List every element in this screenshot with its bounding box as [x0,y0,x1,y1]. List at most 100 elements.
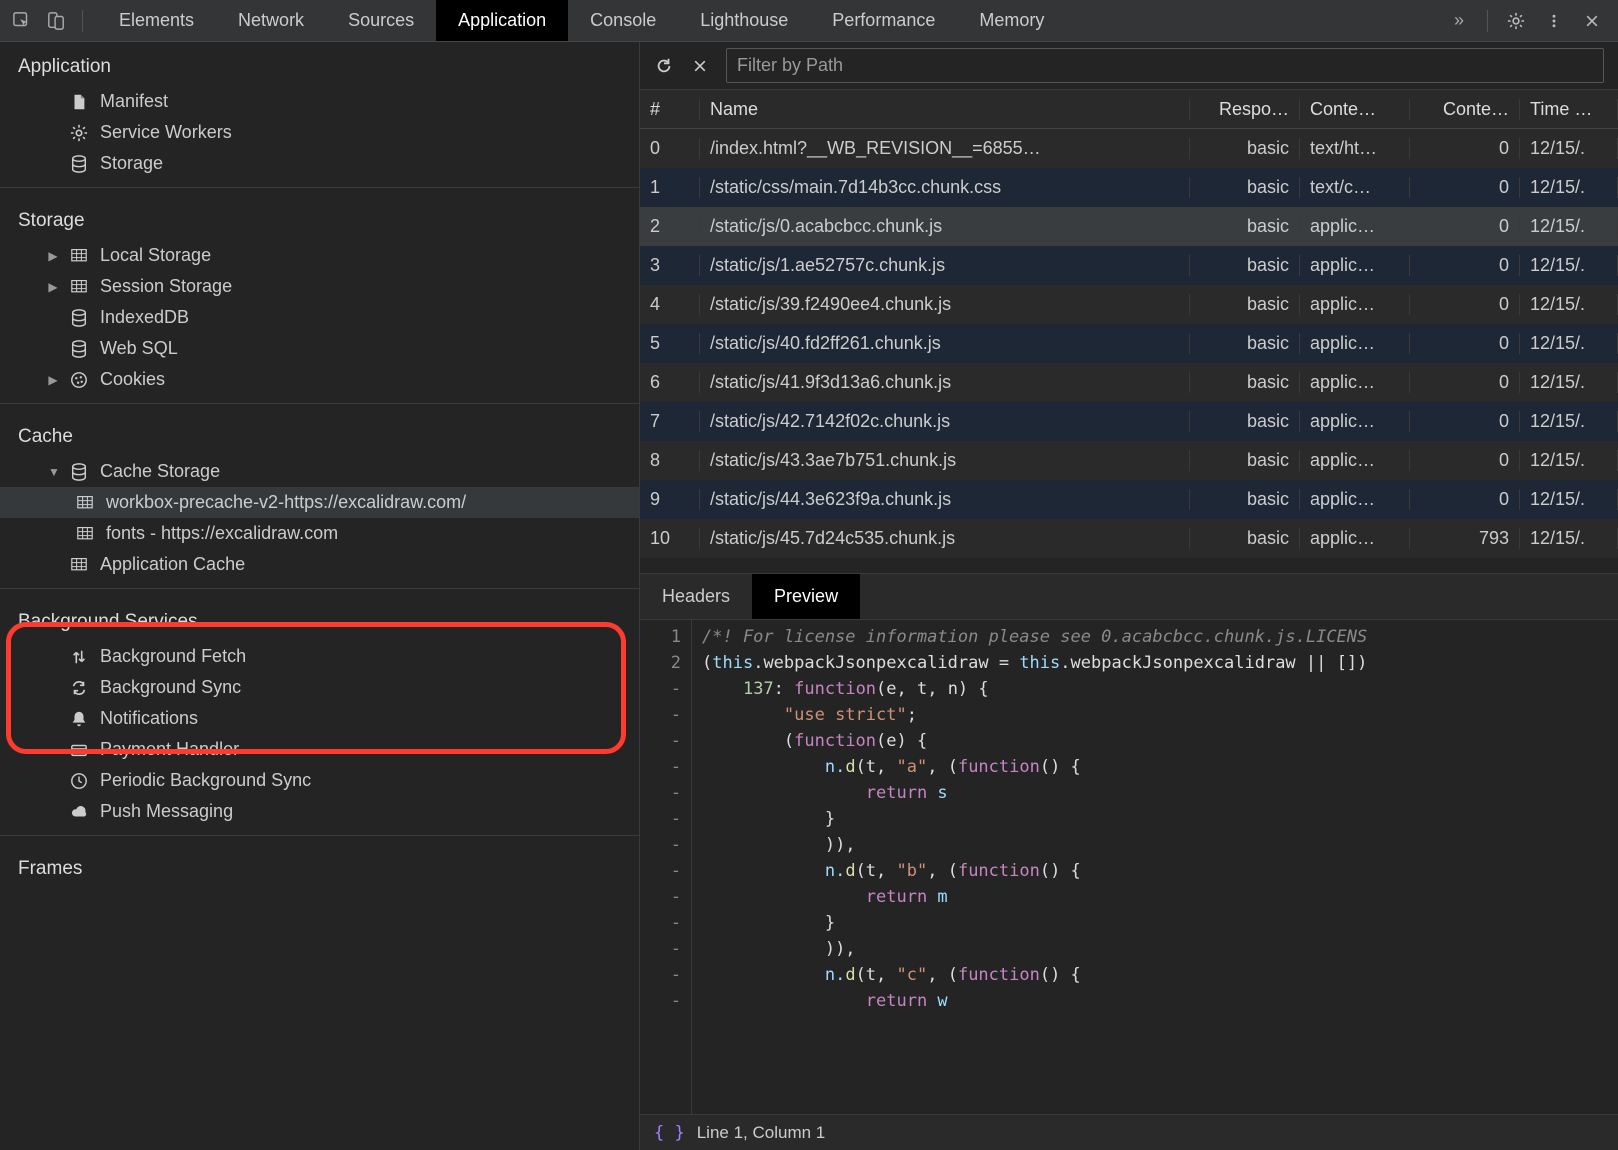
table-row[interactable]: 6/static/js/41.9f3d13a6.chunk.jsbasicapp… [640,363,1618,402]
braces-icon[interactable]: { } [654,1123,685,1143]
sidebar-item[interactable]: Notifications [0,703,639,734]
sidebar-item[interactable]: Application Cache [0,549,639,580]
tab-memory[interactable]: Memory [957,0,1066,41]
table-row[interactable]: 9/static/js/44.3e623f9a.chunk.jsbasicapp… [640,480,1618,519]
sidebar-item[interactable]: fonts - https://excalidraw.com [0,518,639,549]
preview-tab-headers[interactable]: Headers [640,574,752,619]
table-header-cell[interactable]: # [640,99,700,120]
caret-icon[interactable]: ▶ [48,280,58,294]
table-header-cell[interactable]: Conte… [1300,99,1410,120]
caret-icon[interactable]: ▼ [48,465,58,479]
sidebar-item[interactable]: ▶Local Storage [0,240,639,271]
kebab-icon[interactable] [1544,11,1564,31]
table-cell: 12/15/. [1520,411,1618,432]
spacer [48,681,58,695]
table-cell: applic… [1300,411,1410,432]
spacer [48,805,58,819]
sidebar-item[interactable]: ▼Cache Storage [0,456,639,487]
table-cell: basic [1190,489,1300,510]
sidebar-item-label: Session Storage [100,276,232,297]
table-row[interactable]: 10/static/js/45.7d24c535.chunk.jsbasicap… [640,519,1618,558]
table-row[interactable]: 1/static/css/main.7d14b3cc.chunk.cssbasi… [640,168,1618,207]
sidebar-item[interactable]: workbox-precache-v2-https://excalidraw.c… [0,487,639,518]
sidebar-item[interactable]: ▶ Session Storage [0,271,639,302]
table-header-cell[interactable]: Time … [1520,99,1618,120]
more-tabs-icon[interactable]: » [1449,11,1469,31]
table-cell: applic… [1300,372,1410,393]
tab-performance[interactable]: Performance [810,0,957,41]
tab-elements[interactable]: Elements [97,0,216,41]
sidebar-item-label: Payment Handler [100,739,239,760]
sidebar-item[interactable]: Service Workers [0,117,639,148]
table-row[interactable]: 2/static/js/0.acabcbcc.chunk.jsbasicappl… [640,207,1618,246]
grid-icon [74,524,96,544]
tab-console[interactable]: Console [568,0,678,41]
spacer [48,650,58,664]
table-row[interactable]: 3/static/js/1.ae52757c.chunk.jsbasicappl… [640,246,1618,285]
sidebar-item[interactable]: Background Sync [0,672,639,703]
table-header-cell[interactable]: Name [700,99,1190,120]
sidebar-group-label: Background Services [0,597,639,641]
sync-icon [68,678,90,698]
sidebar-item-label: fonts - https://excalidraw.com [106,523,338,544]
preview-tab-preview[interactable]: Preview [752,574,860,619]
table-cell: 12/15/. [1520,216,1618,237]
table-cell: 0 [1410,333,1520,354]
code-preview[interactable]: 1 2 - - - - - - - - - - - - - /*! For li… [640,620,1618,1114]
sidebar-item[interactable]: Storage [0,148,639,179]
table-cell: 3 [640,255,700,276]
table-row[interactable]: 4/static/js/39.f2490ee4.chunk.jsbasicapp… [640,285,1618,324]
table-cell: 12/15/. [1520,333,1618,354]
tab-application[interactable]: Application [436,0,568,41]
devtools-tabs-bar: ElementsNetworkSourcesApplicationConsole… [0,0,1618,42]
inspect-icon[interactable] [12,11,32,31]
db-icon [68,462,90,482]
tab-lighthouse[interactable]: Lighthouse [678,0,810,41]
table-cell: 0 [1410,489,1520,510]
table-cell: applic… [1300,333,1410,354]
table-header-cell[interactable]: Respo… [1190,99,1300,120]
tab-sources[interactable]: Sources [326,0,436,41]
table-cell: 4 [640,294,700,315]
table-cell: /index.html?__WB_REVISION__=6855… [700,138,1190,159]
caret-icon[interactable]: ▶ [48,373,58,387]
refresh-icon[interactable] [654,56,674,76]
tab-network[interactable]: Network [216,0,326,41]
divider [0,588,639,589]
clear-icon[interactable] [690,56,710,76]
spacer [48,342,58,356]
table-row[interactable]: 8/static/js/43.3ae7b751.chunk.jsbasicapp… [640,441,1618,480]
device-toggle-icon[interactable] [46,11,66,31]
grid-icon [68,277,90,297]
sidebar-item[interactable]: Background Fetch [0,641,639,672]
cookie-icon [68,370,90,390]
statusbar: { } Line 1, Column 1 [640,1114,1618,1150]
table-cell: /static/js/45.7d24c535.chunk.js [700,528,1190,549]
filter-input[interactable] [726,48,1604,83]
close-icon[interactable] [1582,11,1602,31]
caret-icon[interactable]: ▶ [48,249,58,263]
table-cell: basic [1190,333,1300,354]
spacer [48,743,58,757]
updown-icon [68,647,90,667]
sidebar-item[interactable]: Manifest [0,86,639,117]
cursor-position: Line 1, Column 1 [697,1123,826,1143]
sidebar-item-label: Web SQL [100,338,178,359]
sidebar-item[interactable]: IndexedDB [0,302,639,333]
sidebar-item[interactable]: ▶Cookies [0,364,639,395]
settings-icon[interactable] [1506,11,1526,31]
table-row[interactable]: 0/index.html?__WB_REVISION__=6855…basict… [640,129,1618,168]
table-cell: 0 [1410,177,1520,198]
sidebar-item[interactable]: Push Messaging [0,796,639,827]
table-cell: text/c… [1300,177,1410,198]
table-row[interactable]: 7/static/js/42.7142f02c.chunk.jsbasicapp… [640,402,1618,441]
sidebar-item[interactable]: Payment Handler [0,734,639,765]
sidebar-item[interactable]: Web SQL [0,333,639,364]
main-tabs: ElementsNetworkSourcesApplicationConsole… [97,0,1433,41]
sidebar-item-label: Background Fetch [100,646,246,667]
spacer [48,157,58,171]
sidebar-item[interactable]: Periodic Background Sync [0,765,639,796]
table-header-cell[interactable]: Conte… [1410,99,1520,120]
table-row[interactable]: 5/static/js/40.fd2ff261.chunk.jsbasicapp… [640,324,1618,363]
application-sidebar[interactable]: Application Manifest Service Workers Sto… [0,42,640,1150]
